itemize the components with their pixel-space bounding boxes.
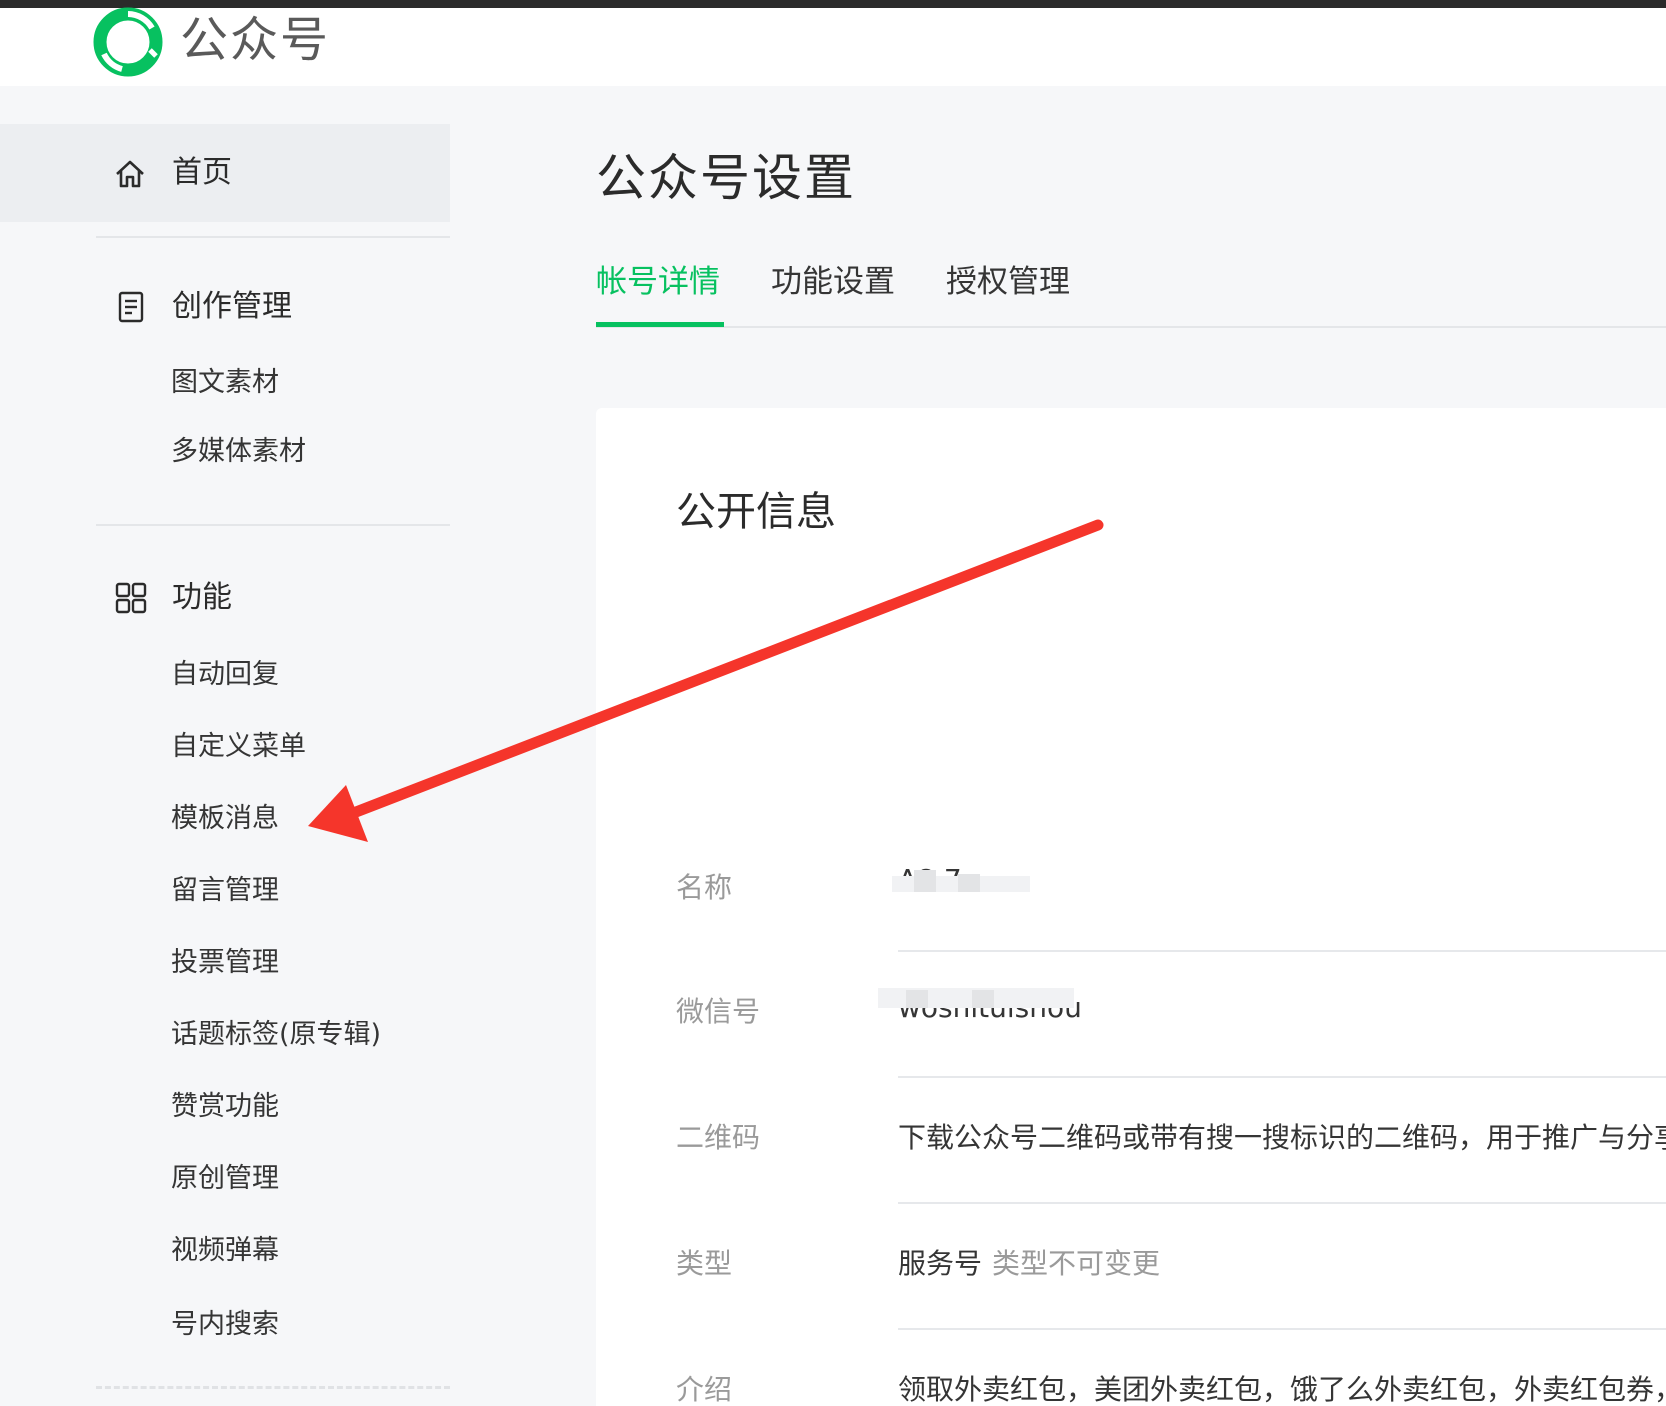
intro-label: 介绍 [676, 1373, 733, 1406]
grid-icon [115, 582, 147, 614]
sidebar-divider [96, 524, 450, 526]
active-tab-indicator [596, 322, 724, 327]
name-label: 名称 [676, 871, 733, 904]
sidebar-item-home[interactable]: 首页 [0, 124, 450, 222]
intro-value: 领取外卖红包，美团外卖红包，饿了么外卖红包，外卖红包券， [898, 1373, 1666, 1406]
wechat-id-label: 微信号 [676, 995, 761, 1028]
sidebar-item-topic-tags[interactable]: 话题标签(原专辑) [171, 1016, 381, 1054]
type-note: 类型不可变更 [992, 1247, 1161, 1280]
sidebar-section-features[interactable]: 功能 [0, 573, 450, 623]
sidebar-item-vote-management[interactable]: 投票管理 [171, 944, 279, 982]
sidebar-item-original-management[interactable]: 原创管理 [171, 1160, 279, 1198]
sidebar-item-label: 首页 [172, 155, 232, 190]
tab-authorization[interactable]: 授权管理 [946, 260, 1070, 304]
public-info-card: 公开信息 名称 A8 7 微信号 woshituishou 二维码 下载公众号二… [596, 408, 1666, 1406]
type-label: 类型 [676, 1247, 733, 1280]
home-icon [116, 160, 144, 188]
redaction-mask [972, 990, 994, 1008]
type-text: 服务号 [898, 1247, 983, 1280]
sidebar-section-create[interactable]: 创作管理 [0, 282, 450, 332]
redaction-mask [914, 870, 936, 892]
sidebar-item-reward[interactable]: 赞赏功能 [171, 1088, 279, 1126]
row-divider [898, 1202, 1666, 1204]
top-header: 公众号 [0, 6, 1666, 86]
tab-account-details[interactable]: 帐号详情 [596, 260, 720, 304]
qr-code-label: 二维码 [676, 1121, 761, 1154]
sidebar-item-custom-menu[interactable]: 自定义菜单 [171, 728, 306, 766]
sidebar-item-media-materials[interactable]: 多媒体素材 [171, 433, 306, 471]
sidebar: 首页 创作管理 图文素材 多媒体素材 功能 自动回复 自定义菜单 模板消息 留言… [0, 86, 450, 1406]
brand-name: 公众号 [180, 12, 331, 68]
page-title: 公众号设置 [596, 149, 856, 207]
row-divider [898, 1076, 1666, 1078]
row-divider [898, 1328, 1666, 1330]
logo-icon[interactable] [92, 6, 164, 78]
sidebar-item-video-danmaku[interactable]: 视频弹幕 [171, 1232, 279, 1270]
redaction-mask [958, 874, 980, 892]
sidebar-divider [96, 236, 450, 238]
sidebar-item-comment-management[interactable]: 留言管理 [171, 872, 279, 910]
redaction-mask [906, 990, 928, 1008]
row-divider [898, 950, 1666, 952]
sidebar-section-label: 创作管理 [172, 289, 292, 324]
sidebar-divider [96, 1386, 450, 1389]
card-title: 公开信息 [676, 489, 836, 535]
window-top-edge [0, 0, 1666, 8]
type-value: 服务号 类型不可变更 [898, 1244, 1160, 1284]
sidebar-item-template-messages[interactable]: 模板消息 [171, 800, 279, 838]
tab-feature-settings[interactable]: 功能设置 [771, 260, 895, 304]
document-icon [118, 291, 144, 323]
qr-code-description: 下载公众号二维码或带有搜一搜标识的二维码，用于推广与分享 [898, 1121, 1666, 1154]
sidebar-item-in-account-search[interactable]: 号内搜索 [171, 1306, 279, 1344]
sidebar-item-auto-reply[interactable]: 自动回复 [171, 656, 279, 694]
sidebar-section-label: 功能 [172, 580, 232, 615]
settings-tabs: 帐号详情 功能设置 授权管理 [596, 258, 1666, 328]
sidebar-item-article-materials[interactable]: 图文素材 [171, 364, 279, 402]
